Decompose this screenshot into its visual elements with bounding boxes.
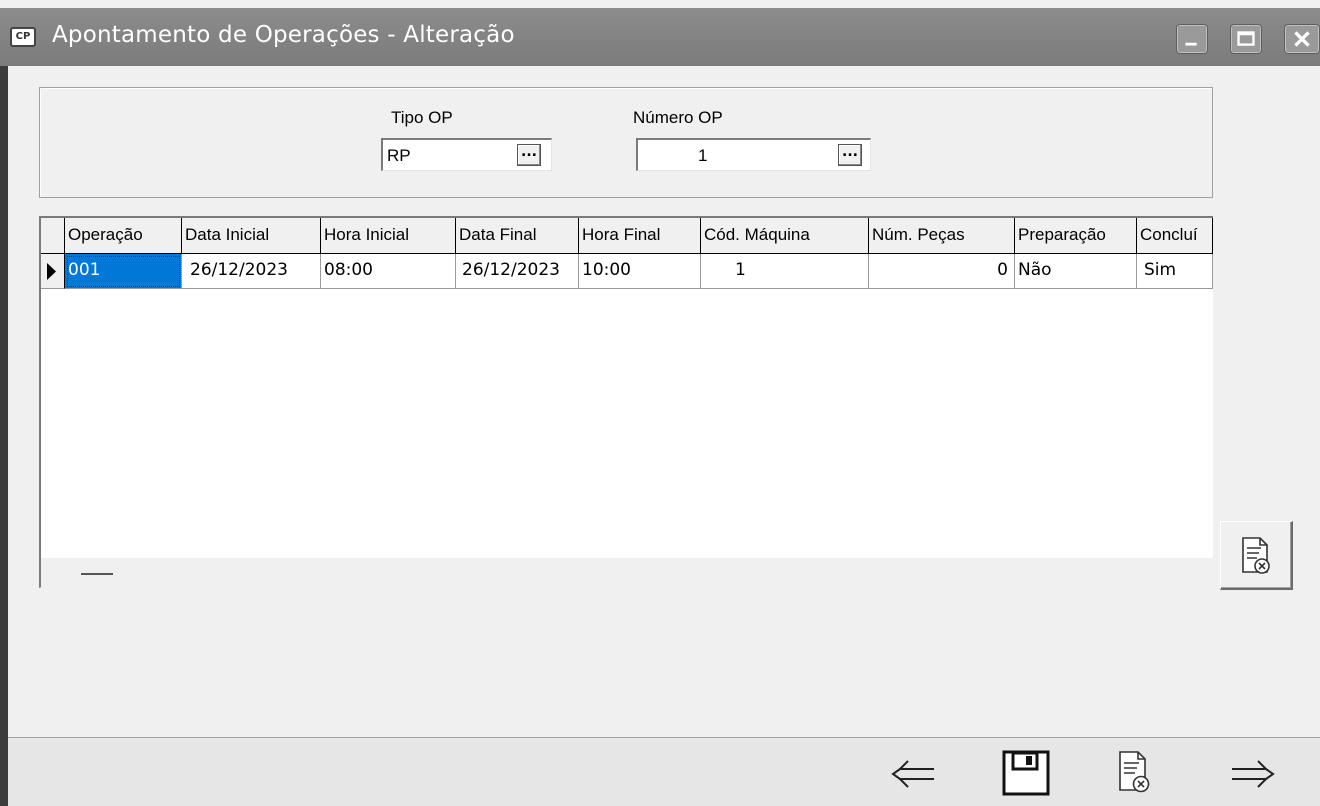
grid-cell[interactable]: 10:00	[579, 254, 701, 289]
column-header[interactable]: Cód. Máquina	[701, 218, 869, 254]
numero-op-lookup-button[interactable]: ...	[838, 144, 862, 166]
column-header[interactable]: Preparação	[1015, 218, 1137, 254]
grid-cell[interactable]: 001	[65, 254, 182, 289]
column-header[interactable]: Hora Final	[579, 218, 701, 254]
next-button[interactable]	[1226, 748, 1286, 800]
tipo-op-lookup-button[interactable]: ...	[517, 144, 541, 166]
previous-arrow-icon	[891, 760, 934, 788]
grid-horizontal-scrollbar[interactable]	[41, 558, 1213, 588]
close-button[interactable]	[1284, 24, 1320, 54]
grid-cell[interactable]: 26/12/2023	[182, 254, 321, 289]
grid-cell[interactable]: Não	[1015, 254, 1137, 289]
maximize-icon	[1237, 31, 1255, 46]
grid-cell[interactable]: 26/12/2023	[456, 254, 579, 289]
title-bar[interactable]: CP Apontamento de Operações - Alteração	[0, 8, 1320, 66]
app-icon: CP	[10, 27, 36, 47]
header-panel: Tipo OP RP ... Número OP 1 ...	[39, 87, 1213, 198]
column-header[interactable]: Núm. Peças	[869, 218, 1015, 254]
grid-cell[interactable]: 1	[701, 254, 869, 289]
delete-document-icon	[1242, 537, 1270, 574]
delete-document-icon	[1119, 751, 1150, 793]
column-header[interactable]: Hora Inicial	[321, 218, 456, 254]
current-row-arrow-icon	[47, 263, 56, 280]
numero-op-label: Número OP	[633, 108, 723, 127]
tipo-op-label: Tipo OP	[391, 108, 453, 127]
column-header[interactable]: Data Final	[456, 218, 579, 254]
save-disk-icon	[1002, 750, 1050, 796]
grid-cell[interactable]: 0	[869, 254, 1015, 289]
delete-button[interactable]	[1108, 748, 1168, 800]
column-header[interactable]: Concluí	[1137, 218, 1213, 254]
window-title: Apontamento de Operações - Alteração	[52, 22, 515, 48]
minimize-button[interactable]	[1176, 24, 1208, 54]
grid-cell[interactable]: 08:00	[321, 254, 456, 289]
numero-op-field[interactable]: 1 ...	[636, 138, 871, 171]
maximize-button[interactable]	[1230, 24, 1262, 54]
main-window: CP Apontamento de Operações - Alteração …	[0, 0, 1320, 806]
row-indicator	[41, 254, 65, 289]
operations-grid[interactable]: Operação Data Inicial Hora Inicial Data …	[39, 216, 1213, 588]
grid-header: Operação Data Inicial Hora Inicial Data …	[41, 218, 1213, 254]
previous-button[interactable]	[884, 748, 944, 800]
next-arrow-icon	[1232, 760, 1275, 788]
numero-op-value: 1	[698, 146, 708, 165]
scroll-thumb[interactable]	[81, 573, 113, 575]
save-button[interactable]	[998, 748, 1058, 800]
grid-cell[interactable]: Sim	[1137, 254, 1213, 289]
minimize-icon	[1185, 42, 1197, 46]
column-header[interactable]: Data Inicial	[182, 218, 321, 254]
header-indicator	[41, 218, 65, 254]
window-border	[0, 66, 8, 806]
tipo-op-field[interactable]: RP ...	[381, 138, 552, 171]
tipo-op-value: RP	[387, 146, 411, 165]
delete-row-button[interactable]	[1220, 521, 1293, 590]
close-icon	[1294, 31, 1310, 47]
column-header[interactable]: Operação	[65, 218, 182, 254]
